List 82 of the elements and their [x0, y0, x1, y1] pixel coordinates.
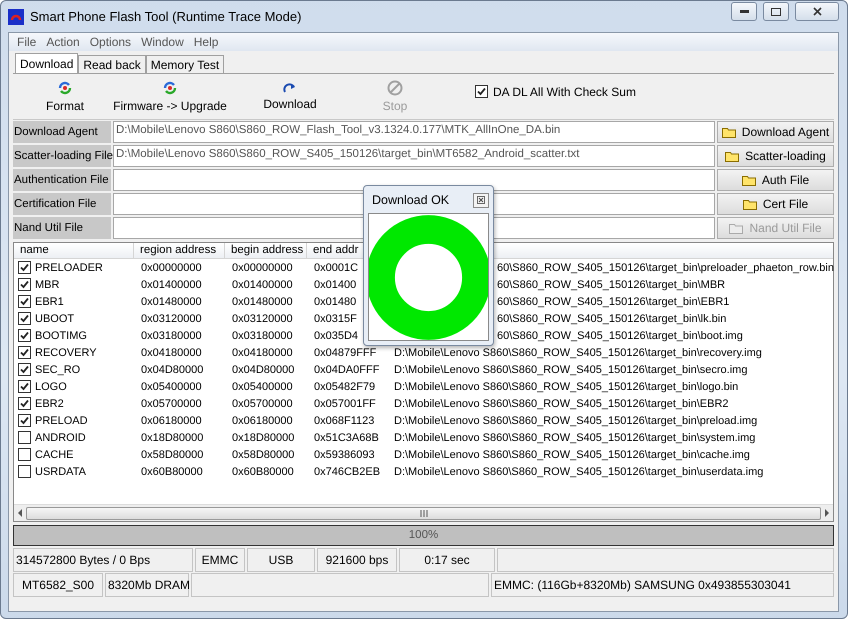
- table-cell-text: 0x60B80000: [140, 466, 204, 478]
- table-cell-text: 0x01400000: [231, 278, 294, 290]
- table-cell: EBR1: [35, 296, 64, 308]
- table-cell: BOOTIMG: [35, 330, 87, 342]
- table-cell-text: 0x057001FF: [313, 398, 377, 410]
- table-cell: LOGO: [35, 380, 67, 392]
- table-cell-text: D:\Mobile\Lenovo S860\S860_ROW_S405_150126\target_bin\secro.img: [393, 364, 748, 376]
- table-cell-text: D:\Mobile\Lenovo S860\S860_ROW_S405_150126\target_bin\preload.img: [393, 414, 758, 426]
- status-cell: 314572800 Bytes / 0 Bps: [13, 548, 193, 572]
- window-title: Smart Phone Flash Tool (Runtime Trace Mode): [30, 9, 302, 24]
- table-cell-text: 60\S860_ROW_S405_150126\target_bin\preloader_phaeton_row.bin: [496, 262, 834, 274]
- table-cell: ANDROID: [35, 432, 86, 444]
- field-label: Certification File: [13, 193, 111, 215]
- table-cell-text: 60\S860_ROW_S405_150126\target_bin\lk.bin: [496, 312, 726, 324]
- table-cell-text: 0x068F1123: [313, 414, 376, 426]
- table-cell-text: D:\Mobile\Lenovo S860\S860_ROW_S405_150126\target_bin\recovery.img: [393, 346, 762, 358]
- checkbox-label: DA DL All With Check Sum: [493, 84, 636, 98]
- table-cell-text: 0x00000000: [140, 262, 203, 274]
- table-cell-text: 0x01400000: [140, 278, 203, 290]
- table-cell: PRELOADER: [35, 262, 103, 274]
- table-cell-text: 0x06180000: [231, 414, 294, 426]
- table-cell-text: 0x746CB2EB: [313, 466, 382, 478]
- table-cell-text: 0x04D80000: [231, 364, 296, 376]
- table-cell-text: 60\S860_ROW_S405_150126\target_bin\MBR: [496, 278, 726, 290]
- table-cell: USRDATA: [35, 466, 86, 478]
- table-cell-text: 0x58D80000: [140, 448, 204, 460]
- table-cell: MBR: [35, 278, 60, 290]
- table-cell-text: 0x03120000: [231, 312, 294, 324]
- table-cell-text: 0x0001C: [313, 262, 360, 274]
- table-cell-text: 0x04180000: [231, 346, 294, 358]
- table-cell-text: 0x01480000: [140, 296, 203, 308]
- field-label: Scatter-loading File: [13, 145, 111, 167]
- table-cell-text: 0x18D80000: [140, 432, 204, 444]
- table-cell: SEC_RO: [35, 364, 80, 376]
- table-cell-text: 0x01480: [313, 296, 358, 308]
- table-cell-text: 0x05400000: [231, 380, 294, 392]
- table-cell-text: D:\Mobile\Lenovo S860\S860_ROW_S405_150126\target_bin\cache.img: [393, 448, 750, 460]
- table-cell-text: 0x05700000: [231, 398, 294, 410]
- table-cell-text: 0x59386093: [313, 448, 376, 460]
- table-cell-text: 60\S860_ROW_S405_150126\target_bin\EBR1: [496, 296, 730, 308]
- table-cell-text: 0x60B80000: [231, 466, 295, 478]
- status-cell: 0:17 sec: [399, 548, 495, 572]
- table-cell-text: 0x18D80000: [231, 432, 296, 444]
- table-cell-text: D:\Mobile\Lenovo S860\S860_ROW_S405_150126\target_bin\system.img: [393, 432, 756, 444]
- table-cell: UBOOT: [35, 312, 74, 324]
- status-cell: 921600 bps: [317, 548, 397, 572]
- dialog-title: Download OK: [372, 193, 450, 207]
- table-cell-text: 0x05400000: [140, 380, 203, 392]
- table-cell-text: 0x05482F79: [313, 380, 376, 392]
- table-cell-text: 0x51C3A68B: [313, 432, 380, 444]
- status-cell: EMMC: [195, 548, 245, 572]
- field-label: Nand Util File: [13, 217, 111, 239]
- table-cell-text: 0x0315F: [313, 312, 358, 324]
- table-cell: CACHE: [35, 448, 74, 460]
- table-cell-text: 60\S860_ROW_S405_150126\target_bin\boot.img: [496, 330, 743, 342]
- table-cell-text: 0x03180000: [140, 330, 203, 342]
- table-cell-text: 0x05700000: [140, 398, 203, 410]
- status-cell: USB: [247, 548, 315, 572]
- table-cell-text: D:\Mobile\Lenovo S860\S860_ROW_S405_150126\target_bin\EBR2: [393, 398, 729, 410]
- field-label: Download Agent: [13, 121, 111, 143]
- field-label: Authentication File: [13, 169, 111, 191]
- table-cell-text: 0x01480000: [231, 296, 294, 308]
- status-cell: MT6582_S00: [13, 573, 103, 597]
- table-cell-text: D:\Mobile\Lenovo S860\S860_ROW_S405_150126\target_bin\userdata.img: [393, 466, 764, 478]
- table-cell-text: 0x03120000: [140, 312, 203, 324]
- table-cell-text: 0x04879FFF: [313, 346, 378, 358]
- table-cell-text: 0x06180000: [140, 414, 203, 426]
- table-cell-text: 0x00000000: [231, 262, 294, 274]
- table-cell: PRELOAD: [35, 414, 88, 426]
- table-cell-text: 0x04180000: [140, 346, 203, 358]
- table-cell-text: 0x03180000: [231, 330, 294, 342]
- status-cell: EMMC: (116Gb+8320Mb) SAMSUNG 0x493855303041: [491, 573, 834, 597]
- table-cell-text: 0x04D80000: [140, 364, 204, 376]
- table-cell: RECOVERY: [35, 346, 97, 358]
- table-cell-text: 0x01400: [313, 278, 358, 290]
- table-cell-text: D:\Mobile\Lenovo S860\S860_ROW_S405_150126\target_bin\logo.bin: [393, 380, 738, 392]
- table-cell-text: 0x04DA0FFF: [313, 364, 380, 376]
- progress-label: 100%: [408, 529, 440, 541]
- table-cell-text: 0x58D80000: [231, 448, 296, 460]
- table-cell: EBR2: [35, 398, 64, 410]
- status-cell: 8320Mb DRAM: [105, 573, 189, 597]
- table-cell-text: 0x035D4: [313, 330, 360, 342]
